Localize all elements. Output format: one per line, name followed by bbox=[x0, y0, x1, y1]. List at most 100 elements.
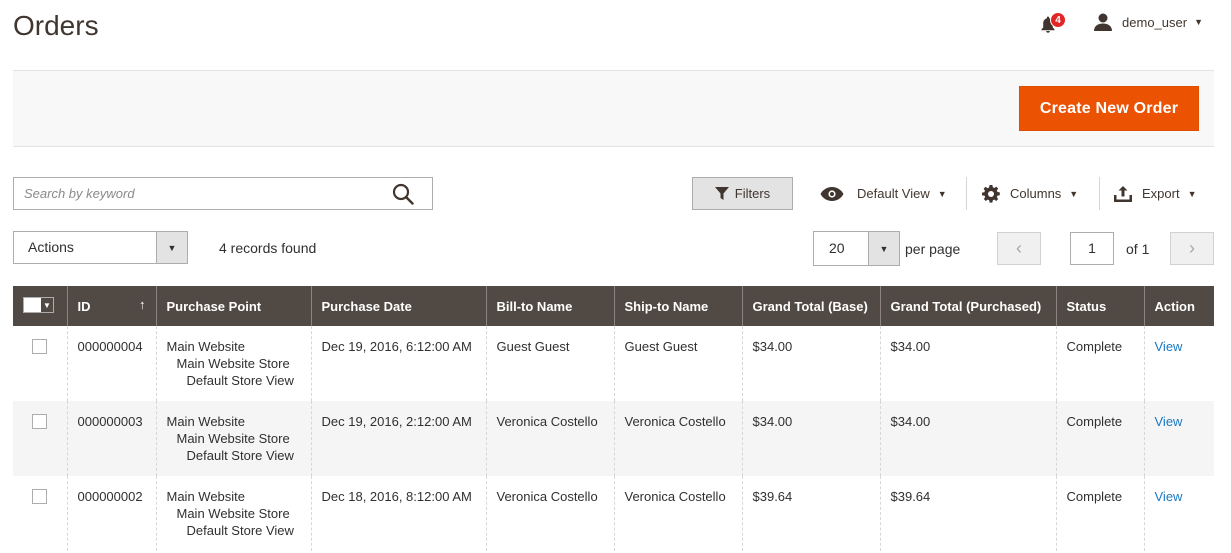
order-id: 000000002 bbox=[66, 476, 156, 551]
grid-header-row: ▼ ID ↑ Purchase Point Purchase Date Bill-… bbox=[13, 286, 1214, 326]
purchase-point: Main Website Main Website Store Default … bbox=[155, 326, 311, 401]
table-row: 000000003 Main Website Main Website Stor… bbox=[13, 401, 1214, 476]
mass-actions-label: Actions bbox=[28, 239, 74, 255]
order-status: Complete bbox=[1055, 326, 1144, 401]
column-header-purchase-date[interactable]: Purchase Date bbox=[310, 286, 486, 326]
per-page-value: 20 bbox=[829, 240, 845, 256]
purchase-point: Main Website Main Website Store Default … bbox=[155, 476, 311, 551]
page-actions-bar: Create New Order bbox=[13, 70, 1214, 147]
chevron-down-icon: ▼ bbox=[156, 232, 187, 263]
username: demo_user bbox=[1122, 14, 1188, 30]
chevron-down-icon: ▼ bbox=[868, 232, 899, 265]
column-header-purchase-point[interactable]: Purchase Point bbox=[155, 286, 311, 326]
purchase-point-store: Main Website Store bbox=[176, 431, 290, 446]
view-switcher[interactable]: Default View ▼ bbox=[820, 177, 947, 210]
chevron-down-icon: ▼ bbox=[937, 188, 947, 199]
gear-icon bbox=[982, 184, 1000, 203]
column-header-bill-to-name[interactable]: Bill-to Name bbox=[485, 286, 614, 326]
table-row: 000000002 Main Website Main Website Stor… bbox=[13, 476, 1214, 551]
purchase-point-website: Main Website bbox=[166, 489, 246, 504]
funnel-icon bbox=[714, 187, 729, 200]
view-order-link[interactable]: View bbox=[1155, 339, 1183, 354]
grand-total-purchased: $39.64 bbox=[879, 476, 1056, 551]
ship-to-name: Veronica Costello bbox=[613, 476, 742, 551]
eye-icon bbox=[820, 186, 844, 201]
export-button[interactable]: Export ▼ bbox=[1114, 177, 1197, 210]
purchase-point-store: Main Website Store bbox=[176, 356, 290, 371]
sort-ascending-icon: ↑ bbox=[139, 297, 146, 312]
chevron-left-icon: ‹ bbox=[1016, 238, 1022, 258]
column-header-grand-total-purchased[interactable]: Grand Total (Purchased) bbox=[879, 286, 1056, 326]
row-checkbox[interactable] bbox=[32, 414, 47, 429]
per-page-select[interactable]: 20 ▼ bbox=[813, 231, 900, 266]
select-all-checkbox[interactable] bbox=[24, 298, 40, 312]
records-found: 4 records found bbox=[219, 240, 317, 256]
column-header-action: Action bbox=[1143, 286, 1214, 326]
view-order-link[interactable]: View bbox=[1155, 414, 1183, 429]
column-label: ID bbox=[77, 298, 91, 314]
action-cell: View bbox=[1143, 401, 1214, 476]
order-id: 000000004 bbox=[66, 326, 156, 401]
grand-total-base: $34.00 bbox=[741, 326, 880, 401]
order-status: Complete bbox=[1055, 401, 1144, 476]
create-new-order-button[interactable]: Create New Order bbox=[1019, 86, 1199, 131]
notifications-badge: 4 bbox=[1050, 12, 1067, 28]
chevron-right-icon: › bbox=[1189, 238, 1195, 258]
column-header-status[interactable]: Status bbox=[1055, 286, 1144, 326]
column-header-ship-to-name[interactable]: Ship-to Name bbox=[613, 286, 742, 326]
notifications-button[interactable]: 4 bbox=[1040, 12, 1067, 33]
order-id: 000000003 bbox=[66, 401, 156, 476]
search-input[interactable] bbox=[14, 178, 374, 209]
header-actions: 4 demo_user ▼ bbox=[1040, 10, 1203, 34]
row-select-cell bbox=[13, 476, 67, 551]
search-box bbox=[13, 177, 433, 210]
grand-total-purchased: $34.00 bbox=[879, 401, 1056, 476]
columns-button[interactable]: Columns ▼ bbox=[982, 177, 1078, 210]
ship-to-name: Guest Guest bbox=[613, 326, 742, 401]
columns-label: Columns bbox=[1010, 186, 1062, 201]
page-number-input[interactable]: 1 bbox=[1070, 232, 1114, 265]
table-row: 000000004 Main Website Main Website Stor… bbox=[13, 326, 1214, 401]
row-checkbox[interactable] bbox=[32, 489, 47, 504]
previous-page-button[interactable]: ‹ bbox=[997, 232, 1041, 265]
user-menu[interactable]: demo_user ▼ bbox=[1094, 13, 1203, 31]
column-header-id[interactable]: ID ↑ bbox=[66, 286, 156, 326]
purchase-date: Dec 18, 2016, 8:12:00 AM bbox=[310, 476, 486, 551]
grand-total-base: $34.00 bbox=[741, 401, 880, 476]
next-page-button[interactable]: › bbox=[1170, 232, 1214, 265]
total-pages-label: of 1 bbox=[1126, 241, 1150, 257]
action-cell: View bbox=[1143, 326, 1214, 401]
chevron-down-icon: ▼ bbox=[1187, 188, 1197, 199]
action-cell: View bbox=[1143, 476, 1214, 551]
order-status: Complete bbox=[1055, 476, 1144, 551]
purchase-point-website: Main Website bbox=[166, 339, 246, 354]
view-order-link[interactable]: View bbox=[1155, 489, 1183, 504]
grand-total-purchased: $34.00 bbox=[879, 326, 1056, 401]
user-icon bbox=[1094, 13, 1113, 31]
chevron-down-icon[interactable]: ▼ bbox=[40, 298, 53, 312]
filters-button[interactable]: Filters bbox=[692, 177, 793, 210]
mass-select-header: ▼ bbox=[13, 286, 67, 326]
row-checkbox[interactable] bbox=[32, 339, 47, 354]
column-header-grand-total-base[interactable]: Grand Total (Base) bbox=[741, 286, 880, 326]
mass-actions-select[interactable]: Actions ▼ bbox=[13, 231, 188, 264]
purchase-date: Dec 19, 2016, 6:12:00 AM bbox=[310, 326, 486, 401]
purchase-point: Main Website Main Website Store Default … bbox=[155, 401, 311, 476]
filters-label: Filters bbox=[734, 186, 771, 201]
purchase-point-website: Main Website bbox=[166, 414, 246, 429]
purchase-point-store-view: Default Store View bbox=[186, 523, 294, 538]
per-page-label: per page bbox=[905, 241, 961, 257]
export-icon bbox=[1114, 185, 1132, 202]
purchase-point-store-view: Default Store View bbox=[186, 373, 294, 388]
row-select-cell bbox=[13, 401, 67, 476]
bill-to-name: Guest Guest bbox=[485, 326, 614, 401]
bill-to-name: Veronica Costello bbox=[485, 401, 614, 476]
mass-select-checkbox[interactable]: ▼ bbox=[23, 297, 54, 313]
chevron-down-icon: ▼ bbox=[1194, 17, 1203, 27]
search-icon[interactable] bbox=[392, 183, 414, 205]
bill-to-name: Veronica Costello bbox=[485, 476, 614, 551]
view-label: Default View bbox=[857, 186, 930, 201]
chevron-down-icon: ▼ bbox=[1069, 188, 1079, 199]
ship-to-name: Veronica Costello bbox=[613, 401, 742, 476]
purchase-date: Dec 19, 2016, 2:12:00 AM bbox=[310, 401, 486, 476]
